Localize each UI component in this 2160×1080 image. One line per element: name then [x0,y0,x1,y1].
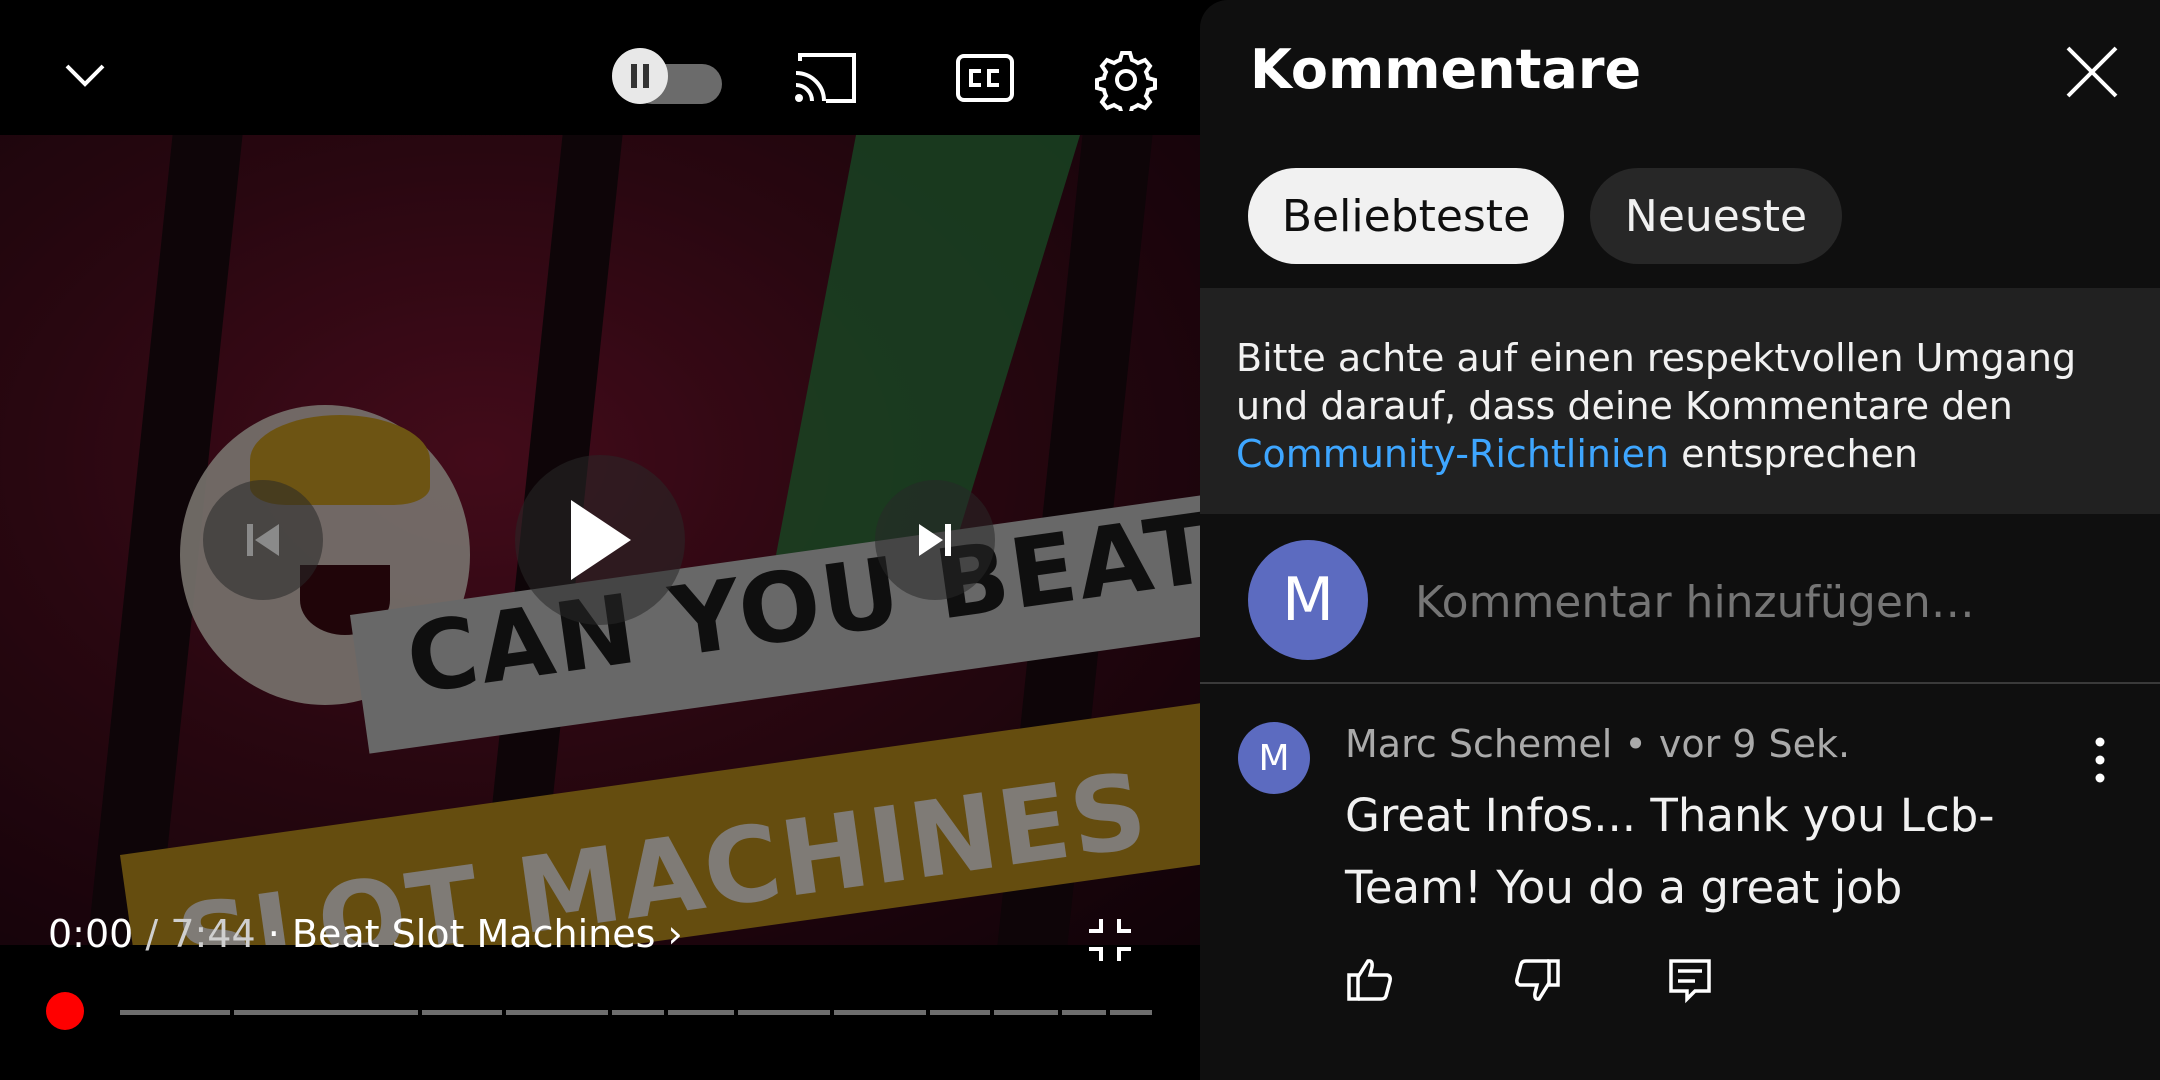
chapter-segment[interactable] [1062,1010,1106,1015]
play-icon [571,500,631,580]
comment-text: Great Infos... Thank you Lcb-Team! You d… [1345,789,1995,914]
chapter-segment[interactable] [612,1010,664,1015]
chapter-segment[interactable] [738,1010,830,1015]
notice-prefix: Bitte achte auf einen respektvollen Umga… [1236,336,2077,428]
fullscreen-exit-icon [1089,919,1131,961]
chevron-down-icon [65,64,105,87]
chevron-right-icon: › [667,912,683,956]
cast-button[interactable] [790,48,860,108]
chapter-segment[interactable] [834,1010,926,1015]
autoplay-toggle[interactable] [612,48,722,104]
comment-time: vor 9 Sek. [1658,722,1851,766]
add-comment-input[interactable] [1415,570,2095,634]
gear-icon [1095,51,1157,111]
chapter-segment[interactable] [234,1010,418,1015]
captions-button[interactable] [950,48,1020,108]
guidelines-text: Bitte achte auf einen respektvollen Umga… [1236,334,2126,478]
chapter-segment[interactable] [1110,1010,1152,1015]
pause-icon [612,48,668,104]
time-separator: / [133,912,171,956]
more-vert-icon [2095,737,2105,783]
skip-next-icon [919,524,951,556]
meta-separator: • [1612,722,1659,766]
comment-author-avatar[interactable]: M [1238,722,1310,794]
comment-more-button[interactable] [2080,730,2120,790]
chip-newest[interactable]: Neueste [1590,168,1842,264]
skip-previous-icon [247,524,279,556]
play-button[interactable] [515,455,685,625]
progress-bar[interactable] [46,992,1152,1030]
thumb-down-icon [1515,959,1560,1001]
chapter-title[interactable]: Beat Slot Machines [292,912,656,956]
closed-captions-icon [956,54,1014,102]
divider [1200,682,2160,684]
chapter-segment[interactable] [668,1010,734,1015]
dislike-button[interactable] [1512,955,1562,1005]
time-and-chapter[interactable]: 0:00 / 7:44 · Beat Slot Machines › [48,912,683,956]
like-button[interactable] [1345,955,1395,1005]
chapter-segment[interactable] [930,1010,990,1015]
comment-meta: Marc Schemel • vor 9 Sek. [1345,722,1850,766]
settings-button[interactable] [1090,44,1162,116]
chip-top-comments[interactable]: Beliebteste [1248,168,1564,264]
previous-button[interactable] [203,480,323,600]
close-button[interactable] [2060,40,2124,104]
cast-icon [795,53,856,103]
panel-title: Kommentare [1250,38,1642,101]
notice-suffix: entsprechen [1669,432,1918,476]
current-time: 0:00 [48,912,134,956]
video-player[interactable]: CAN YOU BEAT SLOT MACHINES 0:00 / 7:44 ·… [0,0,1200,1080]
chapter-segment[interactable] [120,1010,230,1015]
next-button[interactable] [875,480,995,600]
chapter-separator: · [255,912,292,956]
comment-author[interactable]: Marc Schemel [1345,722,1612,766]
chapter-segment[interactable] [422,1010,502,1015]
my-avatar: M [1248,540,1368,660]
reply-button[interactable] [1665,955,1715,1005]
community-guidelines-link[interactable]: Community-Richtlinien [1236,432,1669,476]
close-icon [2066,46,2118,98]
chapter-segment[interactable] [994,1010,1058,1015]
thumb-up-icon [1347,959,1392,1001]
scrubber-handle[interactable] [46,992,84,1030]
duration: 7:44 [170,912,256,956]
collapse-button[interactable] [50,40,120,110]
reply-icon [1669,959,1711,1004]
fullscreen-exit-button[interactable] [1085,915,1135,965]
chapter-segment[interactable] [506,1010,608,1015]
comments-panel: Kommentare Beliebteste Neueste Bitte ach… [1200,0,2160,1080]
